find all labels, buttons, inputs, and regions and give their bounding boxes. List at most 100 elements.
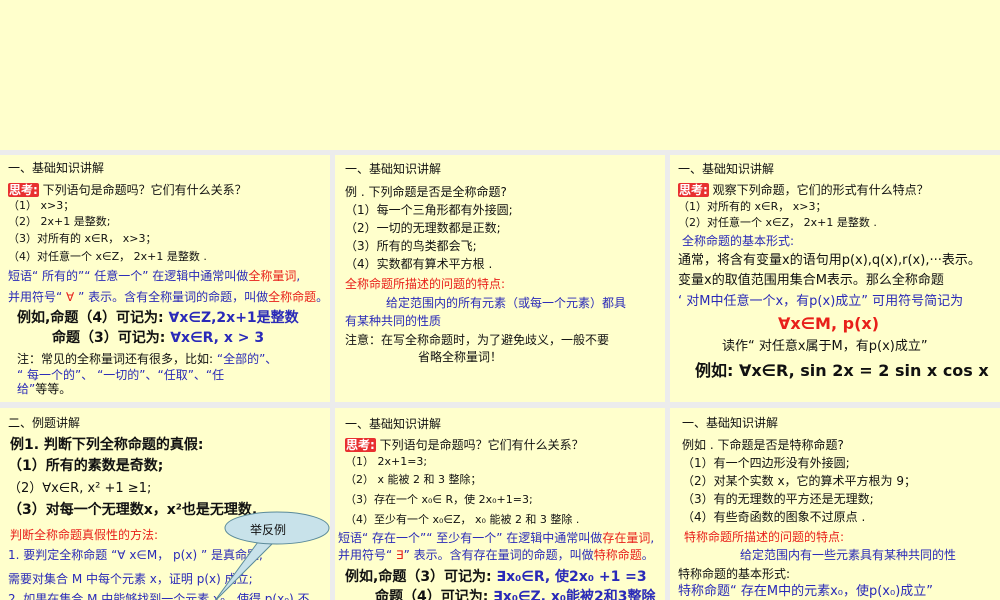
text-segment: ” 表示。含有存在量词的命题，叫做 bbox=[403, 548, 594, 562]
slide-text-line: （3）对每一个无理数x，x²也是无理数. bbox=[8, 502, 257, 519]
callout-label: 举反例 bbox=[250, 523, 287, 537]
text-segment: ∃x₀∈R, 使2x₀ +1 =3 bbox=[496, 569, 647, 585]
text-segment: 例如: ∀x∈R, sin 2x = 2 sin x cos x bbox=[695, 361, 989, 380]
text-segment: 需要对集合 M 中每个元素 x，证明 p(x) 成立; bbox=[8, 572, 253, 586]
slide-text-line: 例 . 下列命题是否是全称命题? bbox=[345, 185, 507, 200]
text-segment: 特称命题 bbox=[593, 548, 642, 562]
text-segment: 存在量词 bbox=[602, 531, 651, 545]
text-segment: 注意：在写全称命题时，为了避免歧义，一般不要 bbox=[345, 333, 610, 347]
text-segment: ∀x∈M, p(x) bbox=[778, 314, 880, 333]
text-segment: 特称命题的基本形式: bbox=[678, 567, 791, 581]
slide-text-line: （2） 2x+1 是整数; bbox=[8, 215, 110, 229]
text-segment: 命题（3）可记为: bbox=[52, 330, 171, 346]
text-segment: （1）对所有的 x∈R， x>3； bbox=[678, 200, 827, 213]
slide-text-line: ‘ 对M中任意一个x，有p(x)成立” 可用符号简记为 bbox=[678, 294, 963, 310]
think-tag: 思考: bbox=[345, 438, 376, 452]
slide-text-line: （1）所有的素数是奇数; bbox=[8, 458, 163, 475]
slide-text-line: 2. 如果在集合 M 中能够找到一个元素 x₀，使得 p(x₀) 不 bbox=[8, 592, 310, 600]
text-segment: 给” bbox=[17, 382, 36, 396]
text-segment: （4）有些奇函数的图象不过原点 . bbox=[682, 510, 866, 524]
slide-text-line: 一、基础知识讲解 bbox=[345, 162, 441, 177]
slide-text-line: ∀x∈M, p(x) bbox=[778, 314, 879, 333]
slide-thumbnail-2[interactable]: 一、基础知识讲解例 . 下列命题是否是全称命题? （1）每一个三角形都有外接圆; （… bbox=[335, 155, 665, 402]
text-segment: 省略全称量词！ bbox=[418, 350, 503, 364]
slide-text-line: （3）所有的鸟类都会飞; bbox=[345, 239, 477, 254]
text-segment: 全称量词 bbox=[248, 269, 297, 283]
text-segment: 例如,命题（3）可记为: bbox=[345, 569, 497, 585]
text-segment: 命题（4）可记为: bbox=[375, 589, 494, 600]
slide-text-line: （1） x>3； bbox=[8, 199, 74, 213]
slide-text-line: （4）对任意一个 x∈Z， 2x+1 是整数 . bbox=[8, 250, 207, 264]
text-segment: 一、基础知识讲解 bbox=[678, 162, 775, 176]
text-segment: , bbox=[296, 269, 301, 283]
text-segment: （2） 2x+1 是整数; bbox=[8, 215, 111, 228]
slide-text-line: （1）每一个三角形都有外接圆; bbox=[345, 203, 513, 218]
text-segment: 并用符号“ bbox=[338, 548, 397, 562]
text-segment: （1）有一个四边形没有外接圆; bbox=[682, 456, 850, 470]
slide-text-line: 例如,命题（3）可记为: ∃x₀∈R, 使2x₀ +1 =3 bbox=[345, 569, 647, 586]
slide-text-line: 有某种共同的性质 bbox=[345, 314, 441, 329]
text-segment: （2） x 能被 2 和 3 整除； bbox=[345, 473, 482, 486]
text-segment: 变量x的取值范围用集合M表示。那么全称命题 bbox=[678, 273, 944, 288]
current-slide-preview[interactable] bbox=[0, 0, 1000, 150]
text-segment: 读作“ 对任意x属于M，有p(x)成立” bbox=[722, 339, 928, 354]
slide-text-line: 省略全称量词！ bbox=[418, 350, 502, 365]
text-segment: 1. 要判定全称命题 “∀ x∈M， p(x) ” 是真命题, bbox=[8, 548, 263, 562]
slide-text-line: （3）存在一个 x₀∈ R，使 2x₀+1=3; bbox=[345, 493, 533, 507]
text-segment: ∃ bbox=[396, 548, 404, 562]
text-segment: 给定范围内的所有元素（或每一个元素）都具 bbox=[386, 296, 627, 310]
text-segment: 给定范围内有一些元素具有某种共同的性 bbox=[740, 548, 957, 562]
slide-text-line: 一、基础知识讲解 bbox=[8, 161, 104, 176]
text-segment: （3）有的无理数的平方还是无理数; bbox=[682, 492, 874, 506]
text-segment: 注：常见的全称量词还有很多，比如: bbox=[17, 352, 217, 366]
text-segment: 。 bbox=[641, 548, 654, 562]
slide-text-line: “ 每一个的”、 “一切的”、“任取”、“任 bbox=[17, 368, 224, 383]
text-segment: 二、例题讲解 bbox=[8, 416, 81, 430]
text-segment: 有某种共同的性质 bbox=[345, 314, 442, 328]
text-segment: 特称命题“ 存在M中的元素x₀，使p(x₀)成立” bbox=[678, 584, 934, 599]
slide-thumbnail-1[interactable]: 一、基础知识讲解 思考: 下列语句是命题吗？它们有什么关系？ （1） x>3； （2）… bbox=[0, 155, 330, 402]
text-segment: （2）对任意一个 x∈Z， 2x+1 是整数 . bbox=[678, 216, 877, 229]
slide-text-line: 短语“ 所有的”“ 任意一个” 在逻辑中通常叫做全称量词, bbox=[8, 269, 300, 284]
slide-text-line: 1. 要判定全称命题 “∀ x∈M， p(x) ” 是真命题, bbox=[8, 548, 263, 563]
text-segment: （1） x>3； bbox=[8, 199, 75, 212]
text-segment: 并用符号“ bbox=[8, 290, 67, 304]
text-segment: 2. 如果在集合 M 中能够找到一个元素 x₀，使得 p(x₀) 不 bbox=[8, 592, 310, 600]
slide-text-line: 一、基础知识讲解 bbox=[345, 417, 441, 432]
slide-text-line: （4）有些奇函数的图象不过原点 . bbox=[682, 510, 865, 525]
slide-text-line: 并用符号“ ∀ ” 表示。含有全称量词的命题，叫做全称命题。 bbox=[8, 290, 328, 305]
text-segment: 例如,命题（4）可记为: bbox=[17, 310, 169, 326]
text-segment: 特称命题所描述的问题的特点: bbox=[684, 530, 845, 544]
slide-thumbnail-4[interactable]: 二、例题讲解例1. 判断下列全称命题的真假: （1）所有的素数是奇数; （2）∀x∈… bbox=[0, 408, 330, 600]
text-segment: 。 bbox=[316, 290, 329, 304]
slide-text-line: （1） 2x+1=3; bbox=[345, 455, 427, 469]
slide-text-line: 特称命题“ 存在M中的元素x₀，使p(x₀)成立” bbox=[678, 584, 933, 600]
slide-text-line: 命题（4）可记为: ∃x₀∈Z, x₀能被2和3整除 bbox=[375, 589, 655, 600]
text-segment: “全部的”、 bbox=[216, 352, 278, 366]
text-segment: （1）每一个三角形都有外接圆; bbox=[345, 203, 513, 217]
text-segment: （3）对每一个无理数x，x²也是无理数. bbox=[8, 502, 258, 518]
text-segment: 例如 . 下命题是否是特称命题? bbox=[682, 438, 844, 452]
text-segment: （3）所有的鸟类都会飞; bbox=[345, 239, 477, 253]
text-segment: （4）至少有一个 x₀∈Z， x₀ 能被 2 和 3 整除 . bbox=[345, 513, 580, 526]
text-segment: （3）对所有的 x∈R， x>3； bbox=[8, 232, 157, 245]
slide-text-line: 思考: 下列语句是命题吗？它们有什么关系？ bbox=[345, 438, 584, 453]
slide-text-line: （2）∀x∈R, x² +1 ≥1; bbox=[8, 481, 151, 497]
slide-text-line: （2）对任意一个 x∈Z， 2x+1 是整数 . bbox=[678, 216, 877, 230]
slide-thumbnail-5[interactable]: 一、基础知识讲解思考: 下列语句是命题吗？它们有什么关系？ （1） 2x+1=3;… bbox=[335, 408, 665, 600]
text-segment: 下列语句是命题吗？它们有什么关系？ bbox=[38, 183, 247, 197]
slide-thumbnail-6[interactable]: 一、基础知识讲解例如 . 下命题是否是特称命题? （1）有一个四边形没有外接圆; （… bbox=[670, 408, 1000, 600]
text-segment: 一、基础知识讲解 bbox=[682, 416, 779, 430]
text-segment: 通常，将含有变量x的语句用p(x),q(x),r(x),···表示。 bbox=[678, 253, 981, 268]
slide-text-line: 命题（3）可记为: ∀x∈R, x > 3 bbox=[52, 330, 264, 347]
text-segment: ‘ 对M中任意一个x，有p(x)成立” 可用符号简记为 bbox=[678, 294, 964, 309]
text-segment: ∀x∈R, x > 3 bbox=[170, 330, 265, 346]
text-segment: 判断全称命题真假性的方法: bbox=[10, 528, 159, 542]
text-segment: 短语“ 所有的”“ 任意一个” 在逻辑中通常叫做 bbox=[8, 269, 249, 283]
text-segment: 等等。 bbox=[35, 382, 72, 396]
slide-text-line: 给定范围内的所有元素（或每一个元素）都具 bbox=[386, 296, 626, 311]
slide-thumbnail-3[interactable]: 一、基础知识讲解 思考: 观察下列命题，它们的形式有什么特点？ （1）对所有的 x∈… bbox=[670, 155, 1000, 402]
slide-text-line: 注意：在写全称命题时，为了避免歧义，一般不要 bbox=[345, 333, 609, 348]
slide-text-line: （3）有的无理数的平方还是无理数; bbox=[682, 492, 874, 507]
slide-text-line: 例1. 判断下列全称命题的真假: bbox=[10, 437, 204, 454]
